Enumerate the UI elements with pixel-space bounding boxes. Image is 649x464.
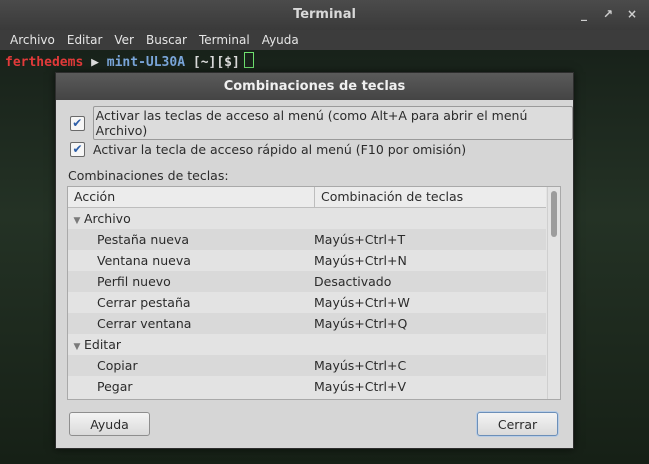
- maximize-icon[interactable]: ↗: [599, 6, 617, 22]
- row-shortcut: Mayús+Ctrl+Q: [314, 316, 408, 331]
- row-action: Cerrar pestaña: [97, 295, 191, 310]
- prompt-host: mint-UL30A: [106, 55, 186, 70]
- row-action: Pegar: [97, 379, 133, 394]
- menu-editar[interactable]: Editar: [61, 30, 109, 50]
- row-action: Cerrar ventana: [97, 316, 192, 331]
- menu-shortcut-checkbox[interactable]: ✔: [70, 141, 85, 157]
- terminal-title: Terminal: [293, 7, 356, 22]
- dialog-titlebar[interactable]: Combinaciones de teclas: [56, 73, 573, 100]
- menu-access-keys-option[interactable]: ✔ Activar las teclas de acceso al menú (…: [70, 106, 573, 140]
- row-shortcut: Mayús+Ctrl+N: [314, 253, 407, 268]
- row-action: Pestaña nueva: [97, 232, 190, 247]
- terminal-titlebar[interactable]: Terminal _ ↗ ×: [0, 0, 649, 30]
- tree-group-row[interactable]: ▼ Editar: [68, 334, 546, 355]
- terminal-menubar: Archivo Editar Ver Buscar Terminal Ayuda: [0, 30, 649, 50]
- menu-terminal[interactable]: Terminal: [193, 30, 256, 50]
- dialog-title: Combinaciones de teclas: [223, 79, 406, 94]
- menu-shortcut-option[interactable]: ✔ Activar la tecla de acceso rápido al m…: [70, 138, 466, 160]
- tree-row[interactable]: Pestaña nueva Mayús+Ctrl+T: [68, 229, 546, 250]
- tree-scrollbar[interactable]: [547, 187, 560, 399]
- tree-group-row[interactable]: ▼ Archivo: [68, 208, 546, 229]
- menu-shortcut-label: Activar la tecla de acceso rápido al men…: [93, 141, 467, 157]
- expander-down-icon[interactable]: ▼: [70, 216, 84, 226]
- text-cursor: [243, 52, 254, 68]
- shell-prompt: ferthedems ▶ mint-UL30A [~][$]: [5, 52, 254, 70]
- prompt-user: ferthedems: [5, 55, 84, 70]
- tree-row[interactable]: Pegar Mayús+Ctrl+V: [68, 376, 546, 397]
- row-shortcut: Mayús+Ctrl+V: [314, 379, 407, 394]
- row-action: Copiar: [97, 358, 138, 373]
- menu-access-keys-label: Activar las teclas de acceso al menú (co…: [92, 106, 573, 140]
- tree-row[interactable]: Cerrar ventana Mayús+Ctrl+Q: [68, 313, 546, 334]
- menu-access-keys-checkbox[interactable]: ✔: [70, 115, 85, 131]
- expander-down-icon[interactable]: ▼: [70, 342, 84, 352]
- row-shortcut: Mayús+Ctrl+C: [314, 358, 407, 373]
- minimize-icon[interactable]: _: [575, 6, 593, 22]
- row-action: Editar: [84, 337, 122, 352]
- row-action: Archivo: [84, 211, 131, 226]
- menu-archivo[interactable]: Archivo: [4, 30, 61, 50]
- menu-buscar[interactable]: Buscar: [140, 30, 193, 50]
- window-controls: _ ↗ ×: [575, 6, 641, 22]
- help-button[interactable]: Ayuda: [69, 412, 150, 436]
- tree-rows: ▼ Archivo Pestaña nueva Mayús+Ctrl+T Vent…: [68, 208, 546, 397]
- keybindings-dialog: Combinaciones de teclas ✔ Activar las te…: [55, 72, 574, 449]
- row-shortcut: Mayús+Ctrl+T: [314, 232, 406, 247]
- tree-row[interactable]: Perfil nuevo Desactivado: [68, 271, 546, 292]
- menu-ver[interactable]: Ver: [108, 30, 140, 50]
- tree-row[interactable]: Cerrar pestaña Mayús+Ctrl+W: [68, 292, 546, 313]
- prompt-dir: [~][$]: [192, 55, 240, 70]
- keybindings-tree[interactable]: Acción Combinación de teclas ▼ Archivo Pe…: [67, 186, 561, 400]
- tree-row[interactable]: Ventana nueva Mayús+Ctrl+N: [68, 250, 546, 271]
- keybindings-section-label: Combinaciones de teclas:: [68, 168, 229, 183]
- row-shortcut: Desactivado: [314, 274, 392, 289]
- close-button[interactable]: Cerrar: [477, 412, 558, 436]
- tree-row[interactable]: Copiar Mayús+Ctrl+C: [68, 355, 546, 376]
- column-action[interactable]: Acción: [68, 187, 315, 207]
- prompt-arrow-icon: ▶: [91, 55, 99, 70]
- tree-header: Acción Combinación de teclas: [68, 187, 546, 208]
- menu-ayuda[interactable]: Ayuda: [256, 30, 305, 50]
- row-action: Perfil nuevo: [97, 274, 171, 289]
- column-shortcut[interactable]: Combinación de teclas: [315, 187, 469, 207]
- row-shortcut: Mayús+Ctrl+W: [314, 295, 410, 310]
- row-action: Ventana nueva: [97, 253, 191, 268]
- close-window-icon[interactable]: ×: [623, 6, 641, 22]
- scrollbar-thumb[interactable]: [551, 191, 557, 237]
